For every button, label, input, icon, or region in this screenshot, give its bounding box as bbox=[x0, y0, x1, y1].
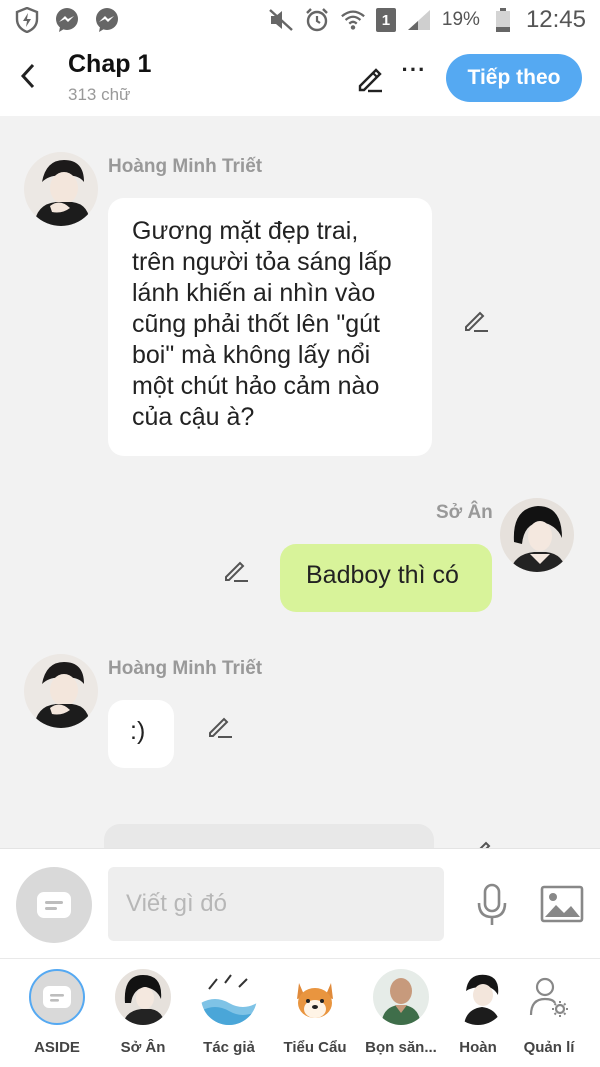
edit-message-button[interactable] bbox=[468, 836, 496, 848]
avatar[interactable] bbox=[500, 498, 574, 572]
pencil-icon bbox=[479, 841, 491, 848]
image-icon bbox=[540, 885, 584, 923]
character-bon-san[interactable]: Bọn săn... bbox=[362, 969, 440, 1064]
message-bubble[interactable]: :) bbox=[108, 700, 174, 768]
chat-area[interactable]: Hoàng Minh Triết Gương mặt đẹp trai, trê… bbox=[0, 116, 600, 848]
battery-icon bbox=[490, 7, 516, 33]
microphone-icon bbox=[477, 883, 507, 925]
pencil-icon bbox=[465, 311, 488, 332]
chat-bubble-icon bbox=[37, 892, 71, 918]
character-label: Quản lí bbox=[523, 1039, 575, 1056]
status-bar: 1 19% 12:45 bbox=[0, 0, 600, 40]
character-aside[interactable]: ASIDE bbox=[18, 969, 96, 1064]
edit-message-button[interactable] bbox=[462, 306, 490, 334]
message-bubble[interactable]: Badboy thì có bbox=[280, 544, 492, 612]
alarm-icon bbox=[304, 7, 330, 33]
signal-icon bbox=[406, 7, 432, 33]
pencil-icon bbox=[358, 68, 382, 93]
messenger-icon bbox=[94, 7, 120, 33]
avatar bbox=[373, 969, 429, 1025]
wifi-icon bbox=[340, 7, 366, 33]
avatar bbox=[450, 969, 506, 1025]
character-tac-gia[interactable]: Tác giả bbox=[190, 969, 268, 1064]
chapter-header: Chap 1 313 chữ ··· Tiếp theo bbox=[0, 40, 600, 116]
voice-input-button[interactable] bbox=[474, 883, 510, 927]
avatar bbox=[201, 969, 257, 1025]
avatar[interactable] bbox=[24, 152, 98, 226]
back-button[interactable] bbox=[14, 58, 42, 94]
sim-indicator: 1 bbox=[375, 8, 396, 32]
character-label: Tác giả bbox=[203, 1039, 255, 1056]
shield-icon bbox=[14, 7, 40, 33]
character-label: Tiểu Cẩu bbox=[283, 1039, 347, 1056]
avatar bbox=[115, 969, 171, 1025]
pencil-icon bbox=[225, 561, 248, 582]
clock: 12:45 bbox=[525, 6, 586, 33]
avatar bbox=[287, 969, 343, 1025]
edit-message-button[interactable] bbox=[206, 712, 234, 740]
mute-icon bbox=[268, 7, 294, 33]
attach-image-button[interactable] bbox=[540, 885, 584, 923]
character-label: Sở Ân bbox=[120, 1039, 166, 1056]
character-hoan[interactable]: Hoàn bbox=[448, 969, 508, 1064]
character-bar: ASIDE Sở Ân Tác giả Tiểu Cẩu Bọn săn... … bbox=[0, 958, 600, 1067]
chevron-left-icon bbox=[20, 63, 35, 89]
next-chapter-button[interactable]: Tiếp theo bbox=[446, 54, 582, 102]
character-label: Hoàn bbox=[459, 1039, 497, 1056]
chat-bubble-icon bbox=[29, 969, 85, 1025]
sender-name: Sở Ân bbox=[436, 502, 493, 523]
chapter-title: Chap 1 bbox=[68, 50, 152, 78]
avatar[interactable] bbox=[24, 654, 98, 728]
message-input[interactable] bbox=[108, 867, 444, 941]
messenger-icon bbox=[54, 7, 80, 33]
aside-toggle-button[interactable] bbox=[16, 867, 92, 943]
message-bubble-partial[interactable] bbox=[104, 824, 434, 848]
character-label: ASIDE bbox=[34, 1039, 80, 1056]
battery-percent: 19% bbox=[441, 9, 480, 30]
character-label: Bọn săn... bbox=[365, 1039, 437, 1056]
character-so-an[interactable]: Sở Ân bbox=[104, 969, 182, 1064]
word-count: 313 chữ bbox=[68, 85, 131, 104]
more-options-button[interactable]: ··· bbox=[400, 59, 428, 92]
edit-message-button[interactable] bbox=[222, 556, 250, 584]
person-settings-icon bbox=[521, 969, 577, 1025]
sender-name: Hoàng Minh Triết bbox=[108, 156, 263, 177]
pencil-icon bbox=[209, 717, 232, 738]
character-tieu-cau[interactable]: Tiểu Cẩu bbox=[276, 969, 354, 1064]
edit-chapter-button[interactable] bbox=[354, 62, 386, 94]
sender-name: Hoàng Minh Triết bbox=[108, 658, 263, 679]
message-bubble[interactable]: Gương mặt đẹp trai, trên người tỏa sáng … bbox=[108, 198, 432, 456]
manage-characters-button[interactable]: Quản lí bbox=[510, 969, 588, 1064]
message-composer bbox=[0, 848, 600, 958]
